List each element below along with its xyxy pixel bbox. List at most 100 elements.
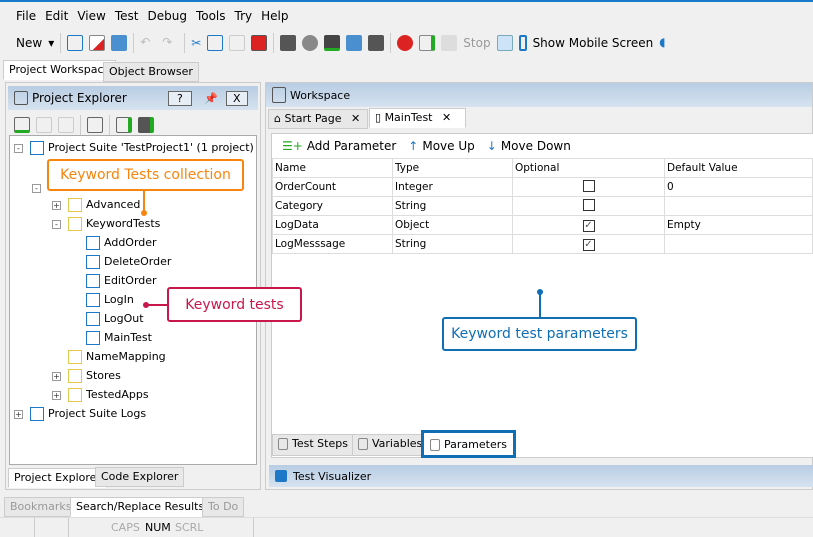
run-icon[interactable] xyxy=(324,35,341,51)
delete-icon[interactable] xyxy=(251,35,268,51)
param-name[interactable]: OrderCount xyxy=(272,177,393,197)
tree-item[interactable]: AddOrder xyxy=(86,234,157,252)
debug-icon[interactable] xyxy=(496,35,513,51)
table-row[interactable]: LogMesssage String ✓ xyxy=(272,234,813,254)
callout-dot xyxy=(143,302,149,308)
expand-toggle[interactable]: + xyxy=(52,391,61,400)
copy-icon[interactable] xyxy=(207,35,224,51)
table-row[interactable]: OrderCount Integer 0 xyxy=(272,177,813,197)
close-project-icon[interactable] xyxy=(89,35,106,51)
param-default[interactable]: 0 xyxy=(664,177,813,197)
param-default[interactable]: Empty xyxy=(664,215,813,235)
tree-item[interactable]: TestedApps xyxy=(68,386,149,404)
optional-checkbox[interactable] xyxy=(582,179,595,192)
param-name[interactable]: LogData xyxy=(272,215,393,235)
menu-help[interactable]: Help xyxy=(261,9,288,23)
column-header[interactable]: Name xyxy=(272,158,393,178)
open-icon[interactable] xyxy=(67,35,84,51)
optional-checkbox[interactable]: ✓ xyxy=(582,238,595,251)
tree-item[interactable]: Advanced xyxy=(68,196,140,214)
close-icon[interactable]: ✕ xyxy=(442,111,451,124)
tab-parameters[interactable]: Parameters xyxy=(421,430,516,458)
chevron-down-icon[interactable]: ▾ xyxy=(48,36,54,50)
new-button[interactable]: New xyxy=(16,36,42,50)
run-test-icon[interactable] xyxy=(419,35,436,51)
tree-item[interactable]: KeywordTests xyxy=(68,215,160,233)
pin-icon[interactable]: 📌 xyxy=(204,92,218,105)
menu-tools[interactable]: Tools xyxy=(196,9,226,23)
param-type[interactable]: String xyxy=(392,234,513,254)
column-header[interactable]: Optional xyxy=(512,158,665,178)
remote-icon[interactable] xyxy=(346,35,363,51)
param-default[interactable] xyxy=(664,196,813,216)
run-icon[interactable] xyxy=(116,117,132,133)
param-type[interactable]: String xyxy=(392,196,513,216)
param-type[interactable]: Integer xyxy=(392,177,513,197)
tab-test-steps[interactable]: Test Steps xyxy=(272,434,354,456)
cut-icon[interactable]: ✂ xyxy=(191,36,201,50)
tab-project-workspace[interactable]: Project Workspace xyxy=(3,60,117,80)
move-up-button[interactable]: Move Up xyxy=(422,139,474,153)
add-item-icon[interactable] xyxy=(280,35,297,51)
tab-maintest[interactable]: ▯ MainTest ✕ xyxy=(369,108,466,128)
expand-toggle[interactable]: + xyxy=(14,410,23,419)
menu-file[interactable]: File xyxy=(16,9,36,23)
table-row[interactable]: Category String xyxy=(272,196,813,216)
menu-debug[interactable]: Debug xyxy=(147,9,186,23)
tree-item[interactable]: DeleteOrder xyxy=(86,253,171,271)
expand-toggle[interactable]: - xyxy=(14,144,23,153)
tab-project-explorer[interactable]: Project Explorer xyxy=(8,468,107,488)
add-icon[interactable] xyxy=(14,117,30,133)
menu-test[interactable]: Test xyxy=(115,9,139,23)
mobile-icon[interactable] xyxy=(518,35,527,51)
add-parameter-button[interactable]: Add Parameter xyxy=(307,139,396,153)
tree-item[interactable]: NameMapping xyxy=(68,348,166,366)
optional-checkbox[interactable] xyxy=(582,198,595,211)
run-selected-icon[interactable] xyxy=(138,117,154,133)
optional-checkbox[interactable]: ✓ xyxy=(582,219,595,232)
tab-code-explorer[interactable]: Code Explorer xyxy=(95,467,185,487)
tree-item[interactable]: LogIn xyxy=(86,291,134,309)
tab-start-page[interactable]: ⌂ Start Page ✕ xyxy=(268,109,368,129)
param-default[interactable] xyxy=(664,234,813,254)
column-header[interactable]: Default Value xyxy=(664,158,813,178)
test-visualizer-bar[interactable]: Test Visualizer xyxy=(269,465,813,487)
tree-item[interactable]: LogOut xyxy=(86,310,144,328)
move-down-button[interactable]: Move Down xyxy=(501,139,571,153)
close-button[interactable]: X xyxy=(226,90,248,106)
save-icon[interactable] xyxy=(111,35,128,51)
menu-try[interactable]: Try xyxy=(235,9,253,23)
testcomplete-icon[interactable]: ◖ xyxy=(659,35,675,51)
show-mobile-screen-button[interactable]: Show Mobile Screen xyxy=(533,36,654,50)
expand-toggle[interactable]: + xyxy=(52,201,61,210)
tree-item[interactable]: Stores xyxy=(68,367,121,385)
tree-item-label: EditOrder xyxy=(104,274,157,287)
column-header[interactable]: Type xyxy=(392,158,513,178)
close-icon[interactable]: ✕ xyxy=(351,112,360,125)
tab-variables[interactable]: Variables xyxy=(352,434,429,456)
database-icon[interactable] xyxy=(368,35,385,51)
tab-bookmarks[interactable]: Bookmarks xyxy=(4,497,78,517)
tree-item[interactable]: MainTest xyxy=(86,329,152,347)
tree-item[interactable]: Project Suite 'TestProject1' (1 project) xyxy=(30,139,254,157)
expand-toggle[interactable]: + xyxy=(52,372,61,381)
help-button[interactable]: ? xyxy=(168,90,192,106)
properties-icon[interactable] xyxy=(87,117,103,133)
menu-edit[interactable]: Edit xyxy=(45,9,68,23)
param-name[interactable]: LogMesssage xyxy=(272,234,393,254)
keyword-test-icon xyxy=(86,293,100,307)
tab-to-do[interactable]: To Do xyxy=(202,497,245,517)
param-name[interactable]: Category xyxy=(272,196,393,216)
status-bar: CAPS NUM SCRL xyxy=(0,517,813,537)
param-type[interactable]: Object xyxy=(392,215,513,235)
menu-view[interactable]: View xyxy=(77,9,105,23)
tree-item[interactable]: EditOrder xyxy=(86,272,157,290)
web-icon[interactable] xyxy=(302,35,319,51)
record-icon[interactable] xyxy=(397,35,414,51)
expand-toggle[interactable]: - xyxy=(32,184,41,193)
tab-object-browser[interactable]: Object Browser xyxy=(103,62,199,82)
table-row[interactable]: LogData Object ✓ Empty xyxy=(272,215,813,235)
tree-item[interactable]: Project Suite Logs xyxy=(30,405,146,423)
tab-search-replace-results[interactable]: Search/Replace Results xyxy=(70,497,211,517)
expand-toggle[interactable]: - xyxy=(52,220,61,229)
